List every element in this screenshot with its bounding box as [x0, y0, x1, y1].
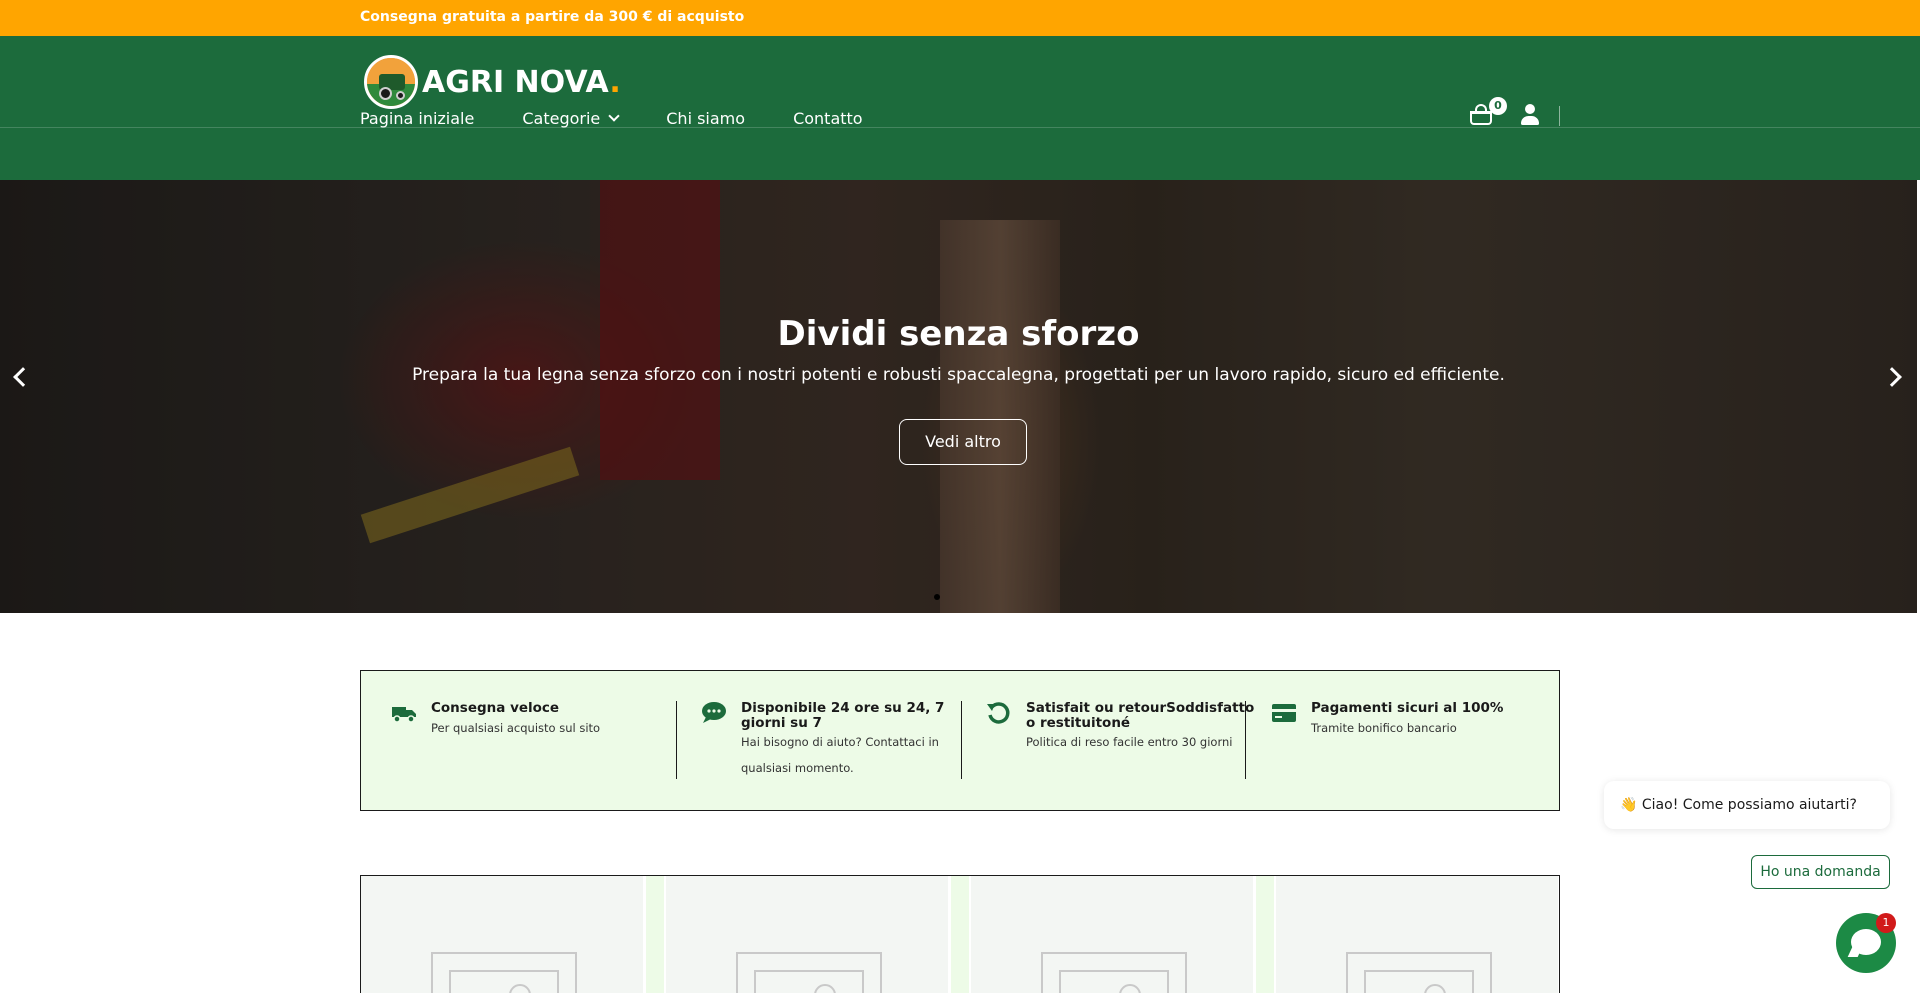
- header-separator: [1559, 106, 1560, 126]
- cart-count-badge: 0: [1489, 97, 1507, 115]
- nav-item-categories-label: Categorie: [522, 108, 601, 128]
- feature-title: Disponibile 24 ore su 24, 7 giorni su 7: [741, 700, 945, 731]
- chat-greeting-text: Ciao! Come possiamo aiutarti?: [1641, 797, 1857, 813]
- site-header: AGRI NOVA.: [0, 36, 1920, 180]
- feature-fast-delivery: Consegna veloce Per qualsiasi acquisto s…: [391, 701, 651, 781]
- nav-item-about[interactable]: Chi siamo: [666, 109, 745, 128]
- product-card[interactable]: [1276, 876, 1558, 993]
- nav-item-categories[interactable]: Categorie: [522, 108, 620, 128]
- feature-secure-payment: Pagamenti sicuri al 100% Tramite bonific…: [1271, 701, 1531, 781]
- image-placeholder-icon: [431, 952, 577, 993]
- feature-desc: Politica di reso facile entro 30 giorni: [1026, 735, 1233, 749]
- main-nav: Pagina iniziale Categorie Chi siamo Cont…: [360, 108, 911, 128]
- logo-badge-icon: [364, 55, 418, 109]
- ask-question-button[interactable]: Ho una domanda: [1751, 855, 1890, 889]
- hero-subtitle: Prepara la tua legna senza sforzo con i …: [412, 365, 1505, 385]
- credit-card-icon: [1272, 704, 1296, 722]
- slider-dot-active[interactable]: [934, 594, 940, 600]
- truck-icon: [392, 707, 416, 723]
- feature-desc: Tramite bonifico bancario: [1311, 721, 1457, 735]
- slider-dots: [934, 594, 976, 600]
- slider-dot[interactable]: [948, 594, 954, 600]
- product-card[interactable]: [666, 876, 948, 993]
- brand-name: AGRI NOVA.: [422, 64, 621, 100]
- image-placeholder-icon: [1346, 952, 1492, 993]
- see-more-button[interactable]: Vedi altro: [899, 419, 1027, 465]
- product-card[interactable]: [361, 876, 643, 993]
- slider-dot[interactable]: [962, 594, 968, 600]
- chat-unread-badge: 1: [1876, 913, 1896, 933]
- announcement-text: Consegna gratuita a partire da 300 € di …: [360, 9, 745, 25]
- nav-item-contact[interactable]: Contatto: [793, 109, 863, 128]
- user-icon[interactable]: [1520, 104, 1540, 126]
- header-divider: [0, 127, 1920, 128]
- chat-greeting[interactable]: 👋 Ciao! Come possiamo aiutarti?: [1604, 781, 1890, 829]
- feature-desc: Per qualsiasi acquisto sul sito: [431, 721, 601, 735]
- chevron-down-icon: [608, 109, 620, 122]
- features-strip: Consegna veloce Per qualsiasi acquisto s…: [360, 670, 1560, 811]
- product-grid: [360, 875, 1560, 993]
- feature-title: Consegna veloce: [431, 700, 560, 716]
- announcement-bar: Consegna gratuita a partire da 300 € di …: [0, 0, 1920, 36]
- image-placeholder-icon: [736, 952, 882, 993]
- feature-title: Satisfait ou retourSoddisfatto o restitu…: [1026, 700, 1255, 731]
- feature-desc: Hai bisogno di aiuto? Contattaci in qual…: [741, 735, 939, 775]
- return-icon: [987, 702, 1010, 724]
- image-placeholder-icon: [1041, 952, 1187, 993]
- wave-icon: 👋: [1620, 797, 1638, 813]
- product-card[interactable]: [971, 876, 1253, 993]
- chat-icon: [702, 702, 726, 723]
- hero-slider: Dividi senza sforzo Prepara la tua legna…: [0, 180, 1917, 613]
- hero-title: Dividi senza sforzo: [777, 314, 1140, 354]
- feature-divider: [961, 701, 962, 779]
- feature-title: Pagamenti sicuri al 100%: [1311, 700, 1504, 716]
- nav-item-home[interactable]: Pagina iniziale: [360, 109, 474, 128]
- feature-returns: Satisfait ou retourSoddisfatto o restitu…: [986, 701, 1254, 781]
- brand-logo[interactable]: AGRI NOVA.: [364, 54, 621, 110]
- feature-divider: [676, 701, 677, 779]
- feature-support: Disponibile 24 ore su 24, 7 giorni su 7 …: [701, 701, 961, 781]
- feature-divider: [1245, 701, 1246, 779]
